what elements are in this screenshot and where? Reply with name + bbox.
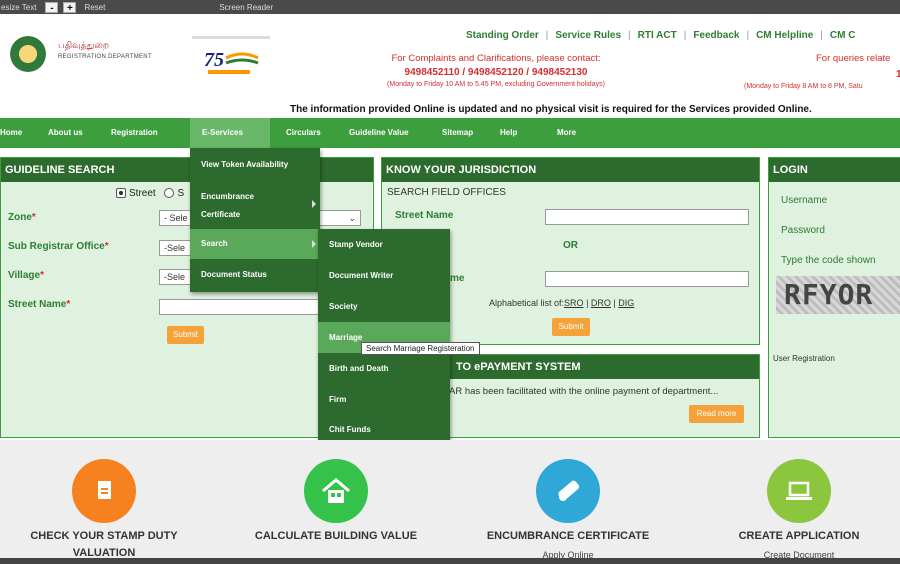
menu-document-status[interactable]: Document Status xyxy=(190,260,320,290)
menu-view-token-availability[interactable]: View Token Availability xyxy=(190,148,320,181)
encumbrance-title[interactable]: ENCUMBRANCE CERTIFICATE xyxy=(464,530,672,542)
standing-order-link[interactable]: Standing Order xyxy=(466,30,539,41)
submenu-birth-and-death[interactable]: Birth and Death xyxy=(318,353,450,384)
alphabetical-list: Alphabetical list of:SRO | DRO | DIG xyxy=(489,298,635,308)
user-registration-link[interactable]: User Registration xyxy=(773,354,835,363)
stamp-duty-circle[interactable] xyxy=(72,459,136,523)
nav-more[interactable]: More xyxy=(557,118,576,148)
street-name-label: Street Name* xyxy=(8,299,71,310)
service-rules-link[interactable]: Service Rules xyxy=(555,30,621,41)
zone-label: Zone* xyxy=(8,212,36,223)
building-icon xyxy=(322,478,350,503)
svg-text:75: 75 xyxy=(204,49,224,71)
nav-help[interactable]: Help xyxy=(500,118,517,148)
username-label: Username xyxy=(781,195,828,206)
village-label: Village* xyxy=(8,270,44,281)
stamp-duty-title[interactable]: CHECK YOUR STAMP DUTY xyxy=(0,530,208,542)
certificate-icon xyxy=(558,480,580,501)
nav-registration[interactable]: Registration xyxy=(111,118,158,148)
chevron-down-icon: ⌄ xyxy=(348,213,356,223)
search-type-radios: Street S xyxy=(116,188,184,199)
cm-cell-link[interactable]: CM C xyxy=(830,30,856,41)
increase-text-button[interactable]: + xyxy=(63,1,77,14)
chevron-right-icon xyxy=(312,200,316,208)
menu-search[interactable]: Search xyxy=(190,229,320,259)
login-title: LOGIN xyxy=(769,158,900,182)
nav-about-us[interactable]: About us xyxy=(48,118,83,148)
dept-name-tamil: பதிவுத்துறை xyxy=(58,40,109,50)
read-more-button[interactable]: Read more xyxy=(689,405,744,423)
or-label: OR xyxy=(563,240,578,251)
footer-strip xyxy=(0,558,900,564)
resize-text-label: esize Text xyxy=(1,2,37,12)
epayment-text: AR has been facilitated with the online … xyxy=(449,386,719,397)
street-radio[interactable] xyxy=(116,188,126,199)
screen-reader-link[interactable]: Screen Reader xyxy=(219,3,273,12)
guideline-submit-button[interactable]: Submit xyxy=(167,326,204,344)
create-application-circle[interactable] xyxy=(767,459,831,523)
contact-line: For Complaints and Clarifications, pleas… xyxy=(391,53,601,64)
jurisdiction-title: KNOW YOUR JURISDICTION xyxy=(382,158,759,182)
document-icon xyxy=(98,481,111,499)
create-application-title[interactable]: CREATE APPLICATION xyxy=(695,530,900,542)
chevron-right-icon xyxy=(312,240,316,248)
contact-hours: (Monday to Friday 10 AM to 5.45 PM, excl… xyxy=(387,81,605,88)
submenu-firm[interactable]: Firm xyxy=(318,384,450,415)
contact-phones: 9498452110 / 9498452120 / 9498452130 xyxy=(404,67,588,78)
submenu-society[interactable]: Society xyxy=(318,291,450,322)
cm-helpline-link[interactable]: CM Helpline xyxy=(756,30,813,41)
menu-encumbrance-certificate[interactable]: Encumbrance Certificate xyxy=(190,186,320,228)
jurisdiction-street-label: Street Name xyxy=(395,210,454,221)
captcha-label: Type the code shown xyxy=(781,255,876,266)
survey-radio-label: S xyxy=(177,188,185,199)
captcha-image: RFYOR xyxy=(776,276,900,314)
building-value-title[interactable]: CALCULATE BUILDING VALUE xyxy=(232,530,440,542)
dro-link[interactable]: DRO xyxy=(591,298,611,308)
street-name-input[interactable] xyxy=(159,299,321,315)
sro-link[interactable]: SRO xyxy=(564,298,584,308)
top-links: Standing Order | Service Rules | RTI ACT | Fee… xyxy=(466,30,856,41)
main-navbar: Home About us Registration E-Services Ci… xyxy=(0,118,900,148)
nav-circulars[interactable]: Circulars xyxy=(286,118,321,148)
encumbrance-circle[interactable] xyxy=(536,459,600,523)
jurisdiction-street-input[interactable] xyxy=(545,209,749,225)
dig-link[interactable]: DIG xyxy=(618,298,634,308)
street-radio-label: Street xyxy=(129,188,156,199)
nav-home[interactable]: Home xyxy=(0,118,22,148)
submenu-stamp-vendor[interactable]: Stamp Vendor xyxy=(318,229,450,260)
online-notice: The information provided Online is updat… xyxy=(290,104,812,115)
contact-info: For Complaints and Clarifications, pleas… xyxy=(346,53,646,88)
alphabetical-label: Alphabetical list of: xyxy=(489,298,565,308)
building-value-circle[interactable] xyxy=(304,459,368,523)
nav-sitemap[interactable]: Sitemap xyxy=(442,118,473,148)
marriage-tooltip: Search Marriage Registeration xyxy=(361,342,480,355)
survey-radio[interactable] xyxy=(164,188,175,199)
sro-label: Sub Registrar Office* xyxy=(8,241,109,252)
jurisdiction-subtitle: SEARCH FIELD OFFICES xyxy=(387,187,506,198)
jurisdiction-name-label: me xyxy=(450,273,465,284)
rti-act-link[interactable]: RTI ACT xyxy=(638,30,677,41)
decrease-text-button[interactable]: - xyxy=(45,1,59,14)
jurisdiction-submit-button[interactable]: Submit xyxy=(552,318,590,336)
reset-text-link[interactable]: Reset xyxy=(84,3,105,12)
e-services-dropdown: View Token Availability Encumbrance Certi… xyxy=(190,148,320,292)
submenu-document-writer[interactable]: Document Writer xyxy=(318,260,450,291)
search-submenu: Stamp Vendor Document Writer Society Mar… xyxy=(318,229,450,445)
tn-emblem-logo xyxy=(10,36,46,72)
queries-phone: 1 xyxy=(896,69,900,80)
nav-e-services[interactable]: E-Services xyxy=(190,118,270,148)
accessibility-bar: esize Text - + Reset Screen Reader xyxy=(0,0,900,14)
dept-name-english: REGISTRATION DEPARTMENT xyxy=(58,54,152,60)
queries-line: For queries relate xyxy=(816,53,891,64)
password-label: Password xyxy=(781,225,825,236)
queries-hours: (Monday to Friday 8 AM to 8 PM, Satu xyxy=(744,83,863,90)
laptop-icon xyxy=(786,481,812,500)
feedback-link[interactable]: Feedback xyxy=(693,30,739,41)
azadi-logo: 75 xyxy=(192,36,270,74)
nav-guideline-value[interactable]: Guideline Value xyxy=(349,118,409,148)
jurisdiction-name-input[interactable] xyxy=(545,271,749,287)
